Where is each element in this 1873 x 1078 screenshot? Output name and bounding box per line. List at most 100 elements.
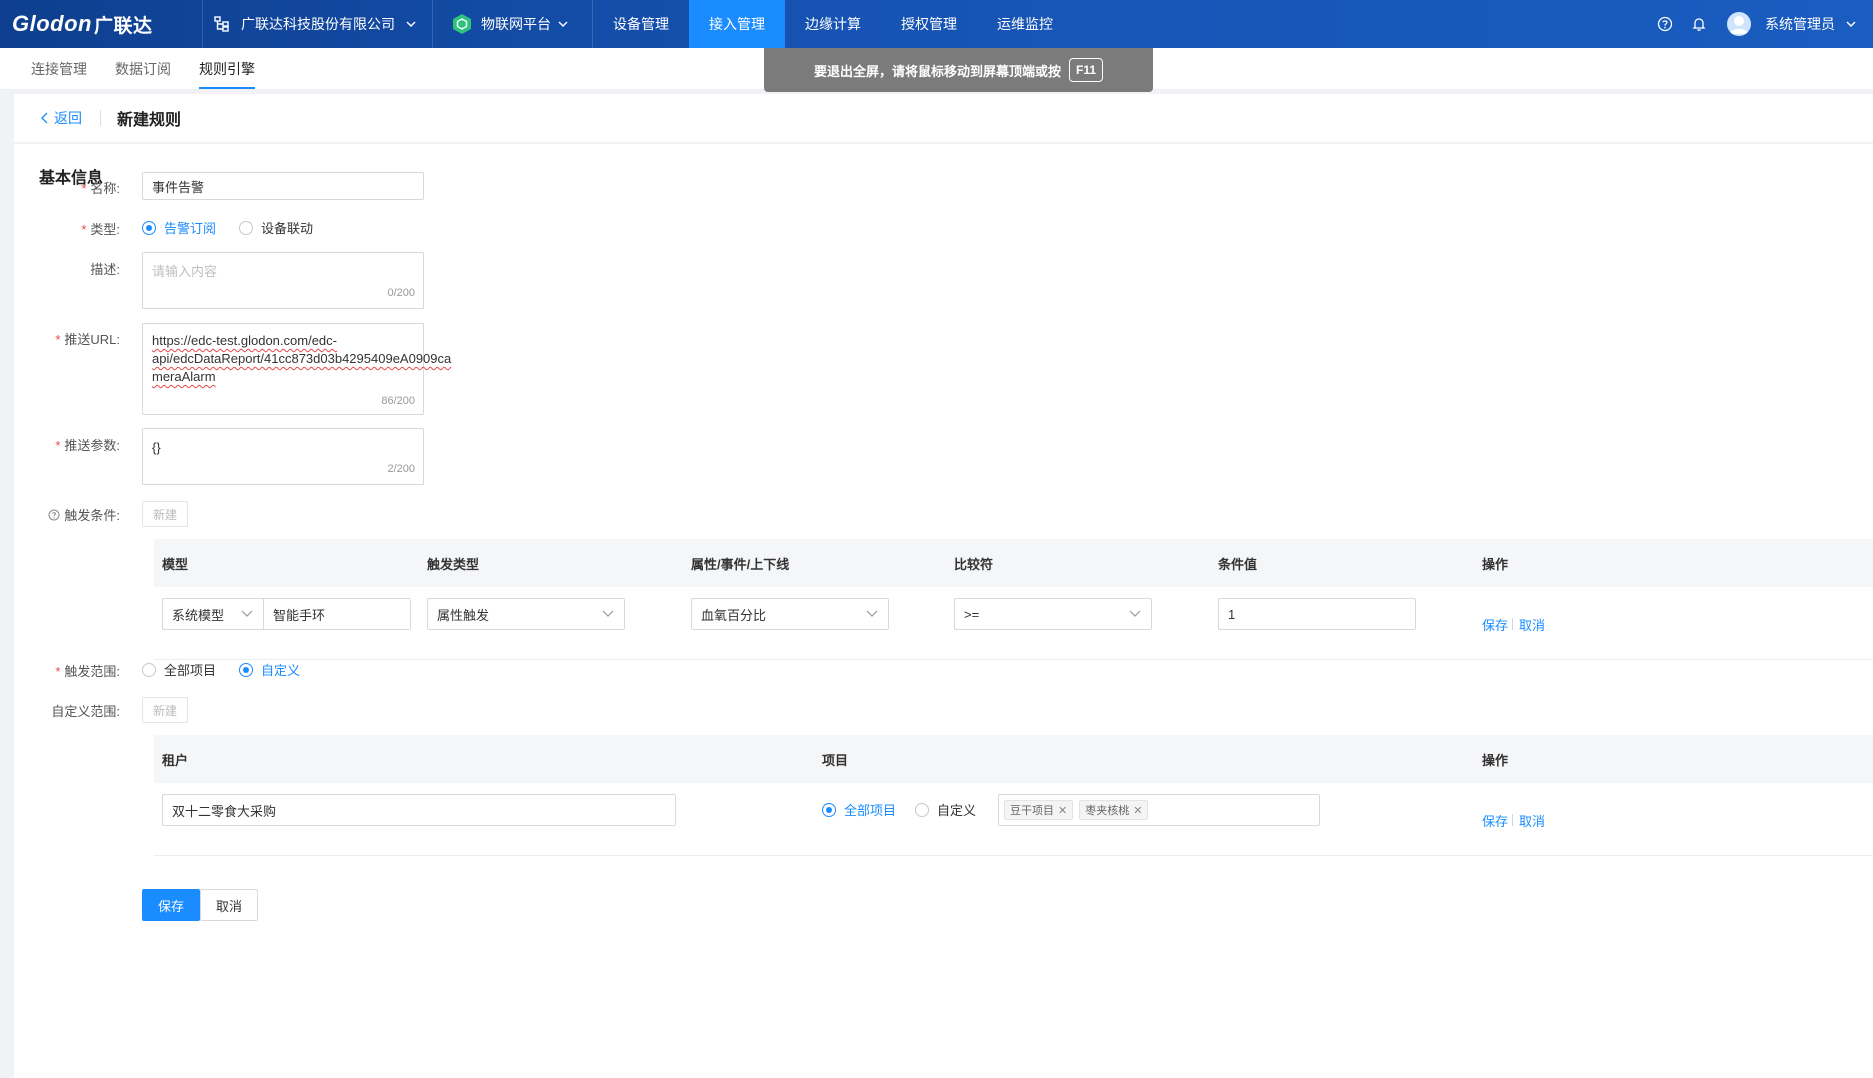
- url-textarea[interactable]: https://edc-test.glodon.com/edc- api/edc…: [142, 323, 452, 415]
- tab-data-subscription[interactable]: 数据订阅: [115, 59, 171, 89]
- params-textarea[interactable]: {} 2/200: [142, 428, 424, 485]
- page-title: 新建规则: [117, 112, 182, 129]
- table-row: 系统模型 智能手环 属性触发 血氧百分比 >= 1 保存 取消: [154, 587, 1873, 660]
- question-circle-icon[interactable]: [48, 509, 60, 521]
- platform-switcher[interactable]: 物联网平台: [433, 0, 593, 48]
- desc-placeholder: 请输入内容: [152, 264, 218, 279]
- params-value: {}: [152, 440, 161, 455]
- help-icon[interactable]: [1657, 16, 1673, 32]
- project-tag: 豆干项目 ✕: [1004, 800, 1074, 820]
- col-actions: 操作: [1482, 556, 1509, 572]
- condition-value-input[interactable]: 1: [1218, 598, 1416, 630]
- scope-label: * 触发范围:: [55, 664, 120, 679]
- page-header: 返回 新建规则: [14, 94, 1873, 142]
- org-tree-icon: [214, 16, 229, 32]
- url-line: meraAlarm: [152, 369, 216, 384]
- bell-icon[interactable]: [1691, 16, 1707, 32]
- char-counter: 0/200: [387, 287, 415, 299]
- property-select[interactable]: 血氧百分比: [691, 598, 889, 630]
- trigger-new-button[interactable]: 新建: [142, 501, 189, 527]
- divider: [100, 110, 101, 126]
- url-line: api/edcDataReport/41cc873d03b4295409eA09…: [152, 351, 452, 366]
- toast-text: 要退出全屏，请将鼠标移动到屏幕顶端或按: [813, 63, 1061, 79]
- project-tags-select[interactable]: 豆干项目 ✕ 枣夹核桃 ✕: [998, 794, 1320, 826]
- save-button[interactable]: 保存: [142, 889, 201, 921]
- tab-connection-management[interactable]: 连接管理: [31, 59, 87, 89]
- model-type-select[interactable]: 系统模型: [162, 598, 264, 630]
- cancel-row-button[interactable]: 取消: [1519, 615, 1545, 634]
- scope-new-button[interactable]: 新建: [142, 697, 189, 723]
- scope-table-header: 租户 项目 操作: [154, 735, 1873, 783]
- chevron-down-icon: [241, 610, 253, 617]
- radio-dot: [822, 802, 836, 817]
- company-switcher[interactable]: 广联达科技股份有限公司: [203, 0, 433, 48]
- desc-label: 描述:: [90, 262, 120, 277]
- col-comparator: 比较符: [954, 556, 994, 572]
- radio-dot: [239, 220, 253, 235]
- back-label: 返回: [54, 110, 82, 126]
- type-radio-linkage[interactable]: 设备联动: [239, 218, 313, 237]
- logo-text-cn: 广联达: [93, 15, 153, 37]
- chevron-down-icon: [602, 610, 614, 617]
- close-icon[interactable]: ✕: [1133, 804, 1142, 817]
- nav-license-management[interactable]: 授权管理: [881, 0, 977, 48]
- username[interactable]: 系统管理员: [1765, 14, 1835, 34]
- divider: [1512, 618, 1513, 630]
- cancel-row-button[interactable]: 取消: [1519, 811, 1545, 830]
- project-radio-custom[interactable]: 自定义: [915, 800, 976, 819]
- custom-scope-label: 自定义范围:: [51, 704, 120, 719]
- chevron-down-icon: [1129, 610, 1141, 617]
- trigger-type-select[interactable]: 属性触发: [427, 598, 625, 630]
- back-button[interactable]: 返回: [40, 108, 82, 128]
- char-counter: 2/200: [387, 463, 415, 475]
- nav-edge-computing[interactable]: 边缘计算: [785, 0, 881, 48]
- trigger-label: 触发条件:: [0, 505, 120, 524]
- required-mark: *: [55, 332, 61, 347]
- col-actions: 操作: [1482, 752, 1509, 768]
- scope-radio-all[interactable]: 全部项目: [142, 660, 216, 679]
- nav-ops-monitoring[interactable]: 运维监控: [977, 0, 1073, 48]
- save-row-button[interactable]: 保存: [1482, 811, 1508, 830]
- toast-key: F11: [1069, 58, 1104, 82]
- project-tag: 枣夹核桃 ✕: [1079, 800, 1149, 820]
- required-mark: *: [81, 222, 87, 237]
- divider: [1512, 814, 1513, 826]
- rule-form: 基本信息 * 名称: 事件告警 * 类型: 告警订阅 设备联动 描述: 请输入内容 …: [14, 144, 1873, 1078]
- col-property: 属性/事件/上下线: [691, 556, 790, 572]
- fullscreen-toast: 要退出全屏，请将鼠标移动到屏幕顶端或按 F11: [764, 48, 1153, 92]
- company-name: 广联达科技股份有限公司: [241, 16, 395, 32]
- brand-logo[interactable]: Glodon 广联达: [0, 0, 203, 48]
- nav-device-management[interactable]: 设备管理: [593, 0, 689, 48]
- close-icon[interactable]: ✕: [1058, 804, 1067, 817]
- col-value: 条件值: [1218, 556, 1258, 572]
- save-row-button[interactable]: 保存: [1482, 615, 1508, 634]
- url-line: https://edc-test.glodon.com/edc-: [152, 333, 337, 348]
- main-nav: 设备管理 接入管理 边缘计算 授权管理 运维监控: [593, 0, 1073, 48]
- tenant-input[interactable]: 双十二零食大采购: [162, 794, 676, 826]
- required-mark: *: [55, 664, 61, 679]
- top-right-tools: 系统管理员: [1639, 0, 1873, 48]
- required-mark: *: [81, 181, 87, 196]
- nav-access-management[interactable]: 接入管理: [689, 0, 785, 48]
- project-radio-all[interactable]: 全部项目: [822, 800, 896, 819]
- chevron-down-icon[interactable]: [1845, 18, 1857, 30]
- tab-rule-engine[interactable]: 规则引擎: [199, 59, 255, 89]
- name-input[interactable]: 事件告警: [142, 172, 424, 200]
- top-navbar: Glodon 广联达 广联达科技股份有限公司 物联网平台 设备管理 接入管理 边…: [0, 0, 1873, 48]
- avatar[interactable]: [1727, 12, 1751, 36]
- type-radio-alarm[interactable]: 告警订阅: [142, 218, 216, 237]
- desc-textarea[interactable]: 请输入内容 0/200: [142, 252, 424, 309]
- radio-dot: [142, 220, 156, 235]
- platform-name: 物联网平台: [481, 16, 551, 32]
- scope-radio-custom[interactable]: 自定义: [239, 660, 300, 679]
- name-label: * 名称:: [81, 181, 120, 196]
- url-label: * 推送URL:: [55, 332, 120, 347]
- model-name-input[interactable]: 智能手环: [263, 598, 411, 630]
- chevron-down-icon: [558, 21, 568, 27]
- cancel-button[interactable]: 取消: [200, 889, 259, 921]
- params-label: * 推送参数:: [55, 438, 120, 453]
- comparator-select[interactable]: >=: [954, 598, 1152, 630]
- radio-dot: [142, 662, 156, 677]
- chevron-down-icon: [866, 610, 878, 617]
- char-counter: 86/200: [381, 395, 415, 407]
